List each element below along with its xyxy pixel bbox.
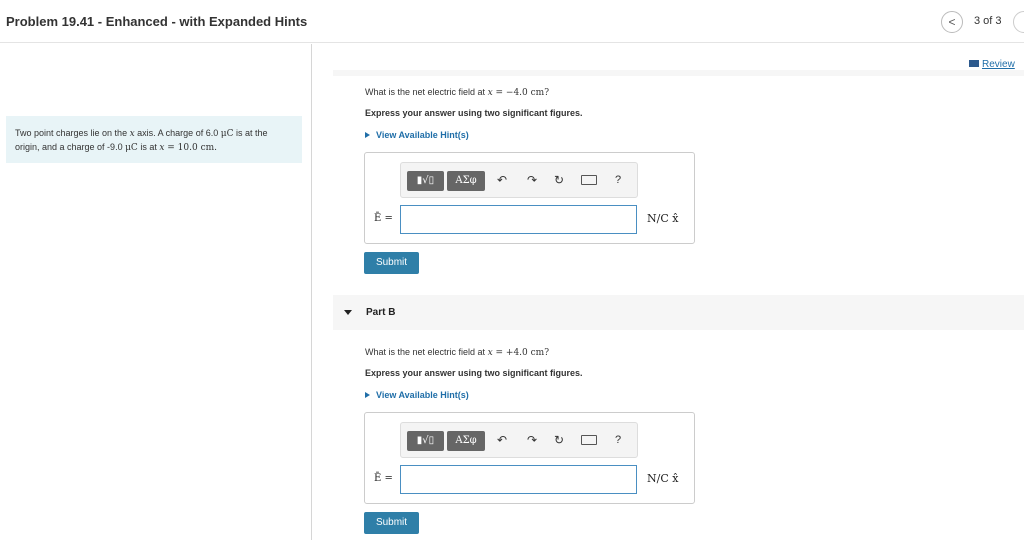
page-title: Problem 19.41 - Enhanced - with Expanded… [6,14,308,29]
problem-text: is at [137,142,160,152]
field-label: Ē = [374,213,393,224]
problem-panel: Two point charges lie on the x axis. A c… [0,44,312,540]
review-icon [969,60,979,67]
part-a-submit-button[interactable]: Submit [364,252,419,274]
electric-field-input[interactable] [400,205,637,234]
part-b-submit-button[interactable]: Submit [364,512,419,534]
review-link[interactable]: Review [969,59,1015,70]
redo-icon[interactable]: ↷ [527,432,537,448]
keyboard-icon[interactable] [581,435,597,445]
hint-label: View Available Hint(s) [376,130,469,140]
symbols-button[interactable]: ΑΣφ [447,171,485,191]
equation-toolbar: ▮√▯ ΑΣφ ↶ ↷ ↻ ? [400,422,638,458]
part-b-answer-box: ▮√▯ ΑΣφ ↶ ↷ ↻ ? Ē = N/C x̂ [364,412,695,504]
units-label: N/C x̂ [647,472,679,485]
reset-icon[interactable]: ↻ [554,172,564,188]
part-b-label: Part B [366,307,396,318]
part-a-question: What is the net electric field at x = −4… [365,87,549,98]
section-divider [333,70,1024,76]
triangle-right-icon [365,392,370,398]
page-count: 3 of 3 [974,15,1002,27]
part-b-question: What is the net electric field at x = +4… [365,347,549,358]
part-b-hint-link[interactable]: View Available Hint(s) [365,390,469,400]
part-a-hint-link[interactable]: View Available Hint(s) [365,130,469,140]
problem-statement: Two point charges lie on the x axis. A c… [6,116,302,163]
problem-text: axis. A charge of 6.0 [134,128,221,138]
problem-math: μC [220,129,234,139]
part-b-instruction: Express your answer using two significan… [365,368,583,378]
templates-button[interactable]: ▮√▯ [407,171,444,191]
question-text: What is the net electric field at [365,347,488,357]
part-b-header[interactable]: Part B [333,295,1024,330]
header: Problem 19.41 - Enhanced - with Expanded… [0,0,1024,43]
problem-text: Two point charges lie on the [15,128,130,138]
help-icon[interactable]: ? [615,432,621,448]
symbols-button[interactable]: ΑΣφ [447,431,485,451]
help-icon[interactable]: ? [615,172,621,188]
units-label: N/C x̂ [647,212,679,225]
equation-toolbar: ▮√▯ ΑΣφ ↶ ↷ ↻ ? [400,162,638,198]
redo-icon[interactable]: ↷ [527,172,537,188]
problem-text: = 10.0 cm. [164,143,218,153]
undo-icon[interactable]: ↶ [497,172,507,188]
templates-button[interactable]: ▮√▯ [407,431,444,451]
part-a-instruction: Express your answer using two significan… [365,108,583,118]
question-text: What is the net electric field at [365,87,488,97]
next-button[interactable] [1013,11,1024,33]
electric-field-input[interactable] [400,465,637,494]
triangle-right-icon [365,132,370,138]
problem-math: μC [125,143,138,153]
undo-icon[interactable]: ↶ [497,432,507,448]
previous-button[interactable]: < [941,11,963,33]
review-label: Review [982,59,1015,70]
reset-icon[interactable]: ↻ [554,432,564,448]
caret-down-icon [344,310,352,315]
field-label: Ē = [374,473,393,484]
question-value: = −4.0 cm? [492,88,550,98]
hint-label: View Available Hint(s) [376,390,469,400]
keyboard-icon[interactable] [581,175,597,185]
question-value: = +4.0 cm? [492,348,550,358]
part-a-answer-box: ▮√▯ ΑΣφ ↶ ↷ ↻ ? Ē = N/C x̂ [364,152,695,244]
